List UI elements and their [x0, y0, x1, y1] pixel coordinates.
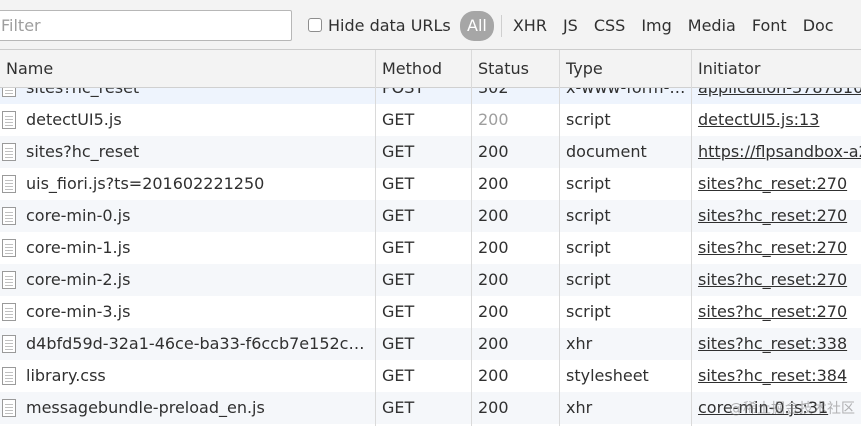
request-name: detectUI5.js: [26, 110, 122, 129]
request-status: 200: [478, 206, 509, 225]
request-status: 200: [478, 270, 509, 289]
request-initiator-link[interactable]: sites?hc_reset:384: [692, 360, 861, 392]
table-row[interactable]: d4bfd59d-32a1-46ce-ba33-f6ccb7e152cc?_=.…: [0, 328, 861, 360]
request-status: 200: [478, 366, 509, 385]
request-method: GET: [382, 398, 415, 417]
request-initiator-link[interactable]: sites?hc_reset:270: [692, 264, 861, 296]
table-row[interactable]: core-min-0.js GET 200 script sites?hc_re…: [0, 200, 861, 232]
request-name: core-min-1.js: [26, 238, 131, 257]
request-status: 200: [478, 398, 509, 417]
request-name: library.css: [26, 366, 106, 385]
request-initiator-link[interactable]: detectUI5.js:13: [692, 104, 861, 136]
request-status: 200: [478, 302, 509, 321]
request-initiator-link[interactable]: sites?hc_reset:270: [692, 168, 861, 200]
request-method: GET: [382, 206, 415, 225]
request-initiator-link[interactable]: sites?hc_reset:270: [692, 200, 861, 232]
request-method: GET: [382, 302, 415, 321]
request-initiator-link[interactable]: application-3787810...: [692, 88, 861, 104]
request-initiator-link[interactable]: core-min-0.js:31: [692, 392, 861, 424]
request-method: POST: [376, 88, 468, 104]
type-filter-font[interactable]: Font: [744, 11, 795, 41]
table-header: Name Method Status Type Initiator: [0, 50, 861, 88]
request-initiator-link[interactable]: sites?hc_reset:270: [692, 232, 861, 264]
request-type: script: [566, 302, 611, 321]
table-row[interactable]: sites?hc_reset GET 200 document https://…: [0, 136, 861, 168]
hide-data-urls-checkbox[interactable]: [308, 18, 322, 32]
request-status: 200: [478, 142, 509, 161]
request-name: d4bfd59d-32a1-46ce-ba33-f6ccb7e152cc?_=.…: [26, 334, 372, 353]
request-type: stylesheet: [566, 366, 649, 385]
table-row[interactable]: messagebundle-preload_en.js GET 200 xhr …: [0, 392, 861, 424]
request-status: 200: [478, 238, 509, 257]
column-divider: [471, 50, 472, 426]
request-initiator-link[interactable]: https://flpsandbox-a2a: [692, 136, 861, 168]
request-type: script: [566, 110, 611, 129]
request-type: x-www-form-u...: [560, 88, 688, 104]
request-type: script: [566, 174, 611, 193]
request-name: messagebundle-preload_en.js: [26, 398, 265, 417]
request-status: 200: [478, 334, 509, 353]
table-row[interactable]: core-min-3.js GET 200 script sites?hc_re…: [0, 296, 861, 328]
request-status: 200: [478, 110, 509, 129]
type-filter-js[interactable]: JS: [555, 11, 586, 41]
request-method: GET: [382, 174, 415, 193]
column-divider: [691, 50, 692, 426]
request-name: core-min-3.js: [26, 302, 131, 321]
request-name: core-min-2.js: [26, 270, 131, 289]
request-method: GET: [382, 142, 415, 161]
column-divider: [559, 50, 560, 426]
table-row[interactable]: library.css GET 200 stylesheet sites?hc_…: [0, 360, 861, 392]
request-type: xhr: [566, 398, 593, 417]
hide-data-urls-label: Hide data URLs: [328, 15, 451, 35]
type-filter-media[interactable]: Media: [680, 11, 744, 41]
column-divider: [375, 50, 376, 426]
request-type: xhr: [566, 334, 593, 353]
request-method: GET: [382, 334, 415, 353]
request-method: GET: [382, 110, 415, 129]
type-filter-xhr[interactable]: XHR: [505, 11, 555, 41]
column-header-type[interactable]: Type: [560, 50, 603, 88]
request-name: sites?hc_reset: [26, 142, 140, 161]
request-type: script: [566, 270, 611, 289]
request-type: script: [566, 206, 611, 225]
column-header-name[interactable]: Name: [0, 50, 53, 88]
hide-data-urls-toggle[interactable]: Hide data URLs: [308, 14, 451, 36]
column-header-method[interactable]: Method: [376, 50, 442, 88]
request-name: core-min-0.js: [26, 206, 131, 225]
request-method: GET: [382, 366, 415, 385]
request-method: GET: [382, 238, 415, 257]
request-name: sites?hc_reset: [0, 88, 372, 104]
column-header-initiator[interactable]: Initiator: [692, 50, 760, 88]
resource-type-filters: All XHR JS CSS Img Media Font Doc: [460, 10, 842, 42]
table-row[interactable]: uis_fiori.js?ts=201602221250 GET 200 scr…: [0, 168, 861, 200]
filter-input[interactable]: [0, 10, 292, 41]
request-type: document: [566, 142, 647, 161]
table-row[interactable]: sites?hc_reset POST 302 x-www-form-u... …: [0, 88, 861, 104]
type-filter-img[interactable]: Img: [633, 11, 679, 41]
table-row[interactable]: core-min-2.js GET 200 script sites?hc_re…: [0, 264, 861, 296]
request-name: uis_fiori.js?ts=201602221250: [26, 174, 265, 193]
request-status: 302: [472, 88, 556, 104]
network-requests-table: Name Method Status Type Initiator sites?…: [0, 50, 861, 424]
table-row[interactable]: core-min-1.js GET 200 script sites?hc_re…: [0, 232, 861, 264]
type-filter-doc[interactable]: Doc: [795, 11, 842, 41]
request-initiator-link[interactable]: sites?hc_reset:270: [692, 296, 861, 328]
request-type: script: [566, 238, 611, 257]
request-status: 200: [478, 174, 509, 193]
type-filter-all[interactable]: All: [460, 11, 494, 41]
filter-separator: [500, 15, 502, 37]
table-row[interactable]: detectUI5.js GET 200 script detectUI5.js…: [0, 104, 861, 136]
column-header-status[interactable]: Status: [472, 50, 529, 88]
request-method: GET: [382, 270, 415, 289]
request-initiator-link[interactable]: sites?hc_reset:338: [692, 328, 861, 360]
network-filter-toolbar: Hide data URLs All XHR JS CSS Img Media …: [0, 0, 861, 50]
type-filter-css[interactable]: CSS: [586, 11, 633, 41]
